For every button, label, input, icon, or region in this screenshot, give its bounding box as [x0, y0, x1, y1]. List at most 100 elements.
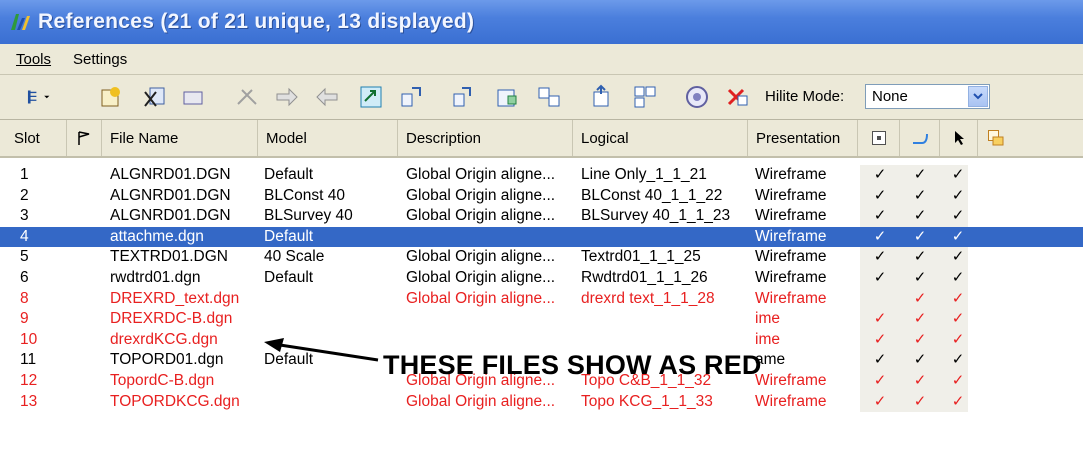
table-row[interactable]: 2 ALGNRD01.DGN BLConst 40 Global Origin ali… — [0, 185, 1083, 207]
menu-settings[interactable]: Settings — [73, 51, 127, 68]
detach-button[interactable] — [140, 83, 170, 111]
exchange-button[interactable] — [232, 83, 262, 111]
mirror-button[interactable] — [448, 83, 478, 111]
attach-button[interactable] — [96, 83, 126, 111]
rotate-button[interactable] — [396, 83, 426, 111]
check-mark[interactable]: ✓ — [868, 350, 892, 371]
header-flag[interactable] — [67, 120, 102, 156]
cell-file: TOPORD01.dgn — [110, 351, 224, 369]
check-mark[interactable]: ✓ — [868, 309, 892, 330]
chevron-down-icon — [973, 93, 983, 100]
header-slot[interactable]: Slot — [0, 120, 67, 156]
exchange-icon — [237, 89, 257, 105]
header-display[interactable] — [858, 120, 900, 156]
cell-pres: Wireframe — [755, 371, 827, 389]
level-button[interactable] — [630, 83, 660, 111]
table-row[interactable]: 3 ALGNRD01.DGN BLSurvey 40 Global Origin al… — [0, 206, 1083, 227]
check-mark[interactable]: ✓ — [946, 392, 970, 413]
table-row[interactable]: 13 TOPORDKCG.dgn Global Origin aligne... To… — [0, 391, 1083, 413]
header-presentation[interactable]: Presentation — [748, 120, 858, 156]
check-mark[interactable]: ✓ — [868, 165, 892, 186]
check-mark[interactable]: ✓ — [946, 247, 970, 268]
check-mark[interactable]: ✓ — [946, 268, 970, 289]
cell-pres: Wireframe — [755, 392, 827, 410]
check-mark[interactable]: ✓ — [868, 186, 892, 207]
title-bar[interactable]: References (21 of 21 unique, 13 displaye… — [0, 0, 1083, 44]
hilite-dropdown-button[interactable] — [968, 86, 988, 107]
check-mark[interactable]: ✓ — [908, 330, 932, 351]
check-mark[interactable]: ✓ — [908, 227, 932, 248]
reload-button[interactable] — [178, 83, 208, 111]
cell-file: DREXRD_text.dgn — [110, 289, 240, 307]
check-mark[interactable]: ✓ — [908, 165, 932, 186]
cell-logical: Textrd01_1_1_25 — [581, 248, 701, 266]
menu-tools[interactable]: Tools — [16, 51, 51, 68]
check-mark[interactable]: ✓ — [868, 268, 892, 289]
cell-file: ALGNRD01.DGN — [110, 186, 231, 204]
check-mark[interactable]: ✓ — [868, 206, 892, 227]
check-mark[interactable]: ✓ — [908, 371, 932, 392]
check-mark[interactable]: ✓ — [946, 165, 970, 186]
check-mark[interactable]: ✓ — [908, 247, 932, 268]
list-view-button[interactable] — [14, 83, 64, 111]
table-row[interactable]: 5 TEXTRD01.DGN 40 Scale Global Origin align… — [0, 247, 1083, 268]
check-mark[interactable]: ✓ — [946, 371, 970, 392]
cell-model: Default — [264, 227, 314, 245]
check-mark[interactable]: ✓ — [946, 227, 970, 248]
move-left-button[interactable] — [312, 83, 342, 111]
cell-file: DREXRDC-B.dgn — [110, 310, 233, 328]
check-mark[interactable]: ✓ — [908, 206, 932, 227]
header-description[interactable]: Description — [398, 120, 573, 156]
table-row[interactable]: 10 drexrdKCG.dgn ime ✓ ✓ ✓ — [0, 329, 1083, 351]
check-mark[interactable]: ✓ — [868, 247, 892, 268]
table-row[interactable]: 9 DREXRDC-B.dgn ime ✓ ✓ ✓ — [0, 309, 1083, 330]
check-mark[interactable] — [868, 289, 892, 310]
table-row[interactable]: 6 rwdtrd01.dgn Default Global Origin aligne… — [0, 267, 1083, 289]
column-header: Slot File Name Model Description Logical… — [0, 120, 1083, 158]
check-mark[interactable]: ✓ — [946, 289, 970, 310]
cell-file: TEXTRD01.DGN — [110, 248, 228, 266]
check-mark[interactable]: ✓ — [908, 350, 932, 371]
check-mark[interactable]: ✓ — [908, 392, 932, 413]
cell-pres: Wireframe — [755, 166, 827, 183]
check-mark[interactable]: ✓ — [868, 371, 892, 392]
cell-model: Default — [264, 166, 314, 183]
check-mark[interactable]: ✓ — [946, 350, 970, 371]
header-lock[interactable] — [978, 120, 1014, 156]
header-snap[interactable] — [900, 120, 940, 156]
check-mark[interactable]: ✓ — [946, 330, 970, 351]
cell-desc: Global Origin aligne... — [406, 268, 556, 286]
move-right-button[interactable] — [272, 83, 302, 111]
info-button[interactable] — [682, 83, 712, 111]
check-mark[interactable]: ✓ — [908, 289, 932, 310]
header-logical[interactable]: Logical — [573, 120, 748, 156]
scale-button[interactable] — [356, 83, 386, 111]
cell-model: Default — [264, 268, 314, 286]
mirror-icon — [453, 87, 471, 107]
table-row[interactable]: 8 DREXRD_text.dgn Global Origin aligne... d… — [0, 288, 1083, 310]
cell-pres: Wireframe — [755, 248, 827, 266]
table-row[interactable]: 4 attachme.dgn Default Wireframe ✓ ✓ ✓ — [0, 226, 1083, 248]
check-mark[interactable]: ✓ — [908, 186, 932, 207]
snap-icon — [912, 133, 928, 144]
check-mark[interactable]: ✓ — [946, 186, 970, 207]
table-row[interactable]: 1 ALGNRD01.DGN Default Global Origin aligne… — [0, 165, 1083, 186]
header-locate[interactable] — [940, 120, 978, 156]
merge-button[interactable] — [586, 83, 616, 111]
cell-pres: Wireframe — [755, 227, 827, 245]
hilite-mode-value: None — [872, 88, 908, 105]
clip-button[interactable] — [492, 83, 522, 111]
check-mark[interactable]: ✓ — [946, 309, 970, 330]
header-file-name[interactable]: File Name — [102, 120, 258, 156]
check-mark[interactable]: ✓ — [868, 392, 892, 413]
check-mark[interactable]: ✓ — [868, 227, 892, 248]
copy-button[interactable] — [534, 83, 564, 111]
hilite-mode-label: Hilite Mode: — [765, 88, 845, 105]
header-model[interactable]: Model — [258, 120, 398, 156]
check-mark[interactable]: ✓ — [908, 268, 932, 289]
hilite-mode-select[interactable]: None — [865, 84, 990, 109]
delete-button[interactable] — [722, 83, 752, 111]
check-mark[interactable]: ✓ — [868, 330, 892, 351]
check-mark[interactable]: ✓ — [946, 206, 970, 227]
check-mark[interactable]: ✓ — [908, 309, 932, 330]
